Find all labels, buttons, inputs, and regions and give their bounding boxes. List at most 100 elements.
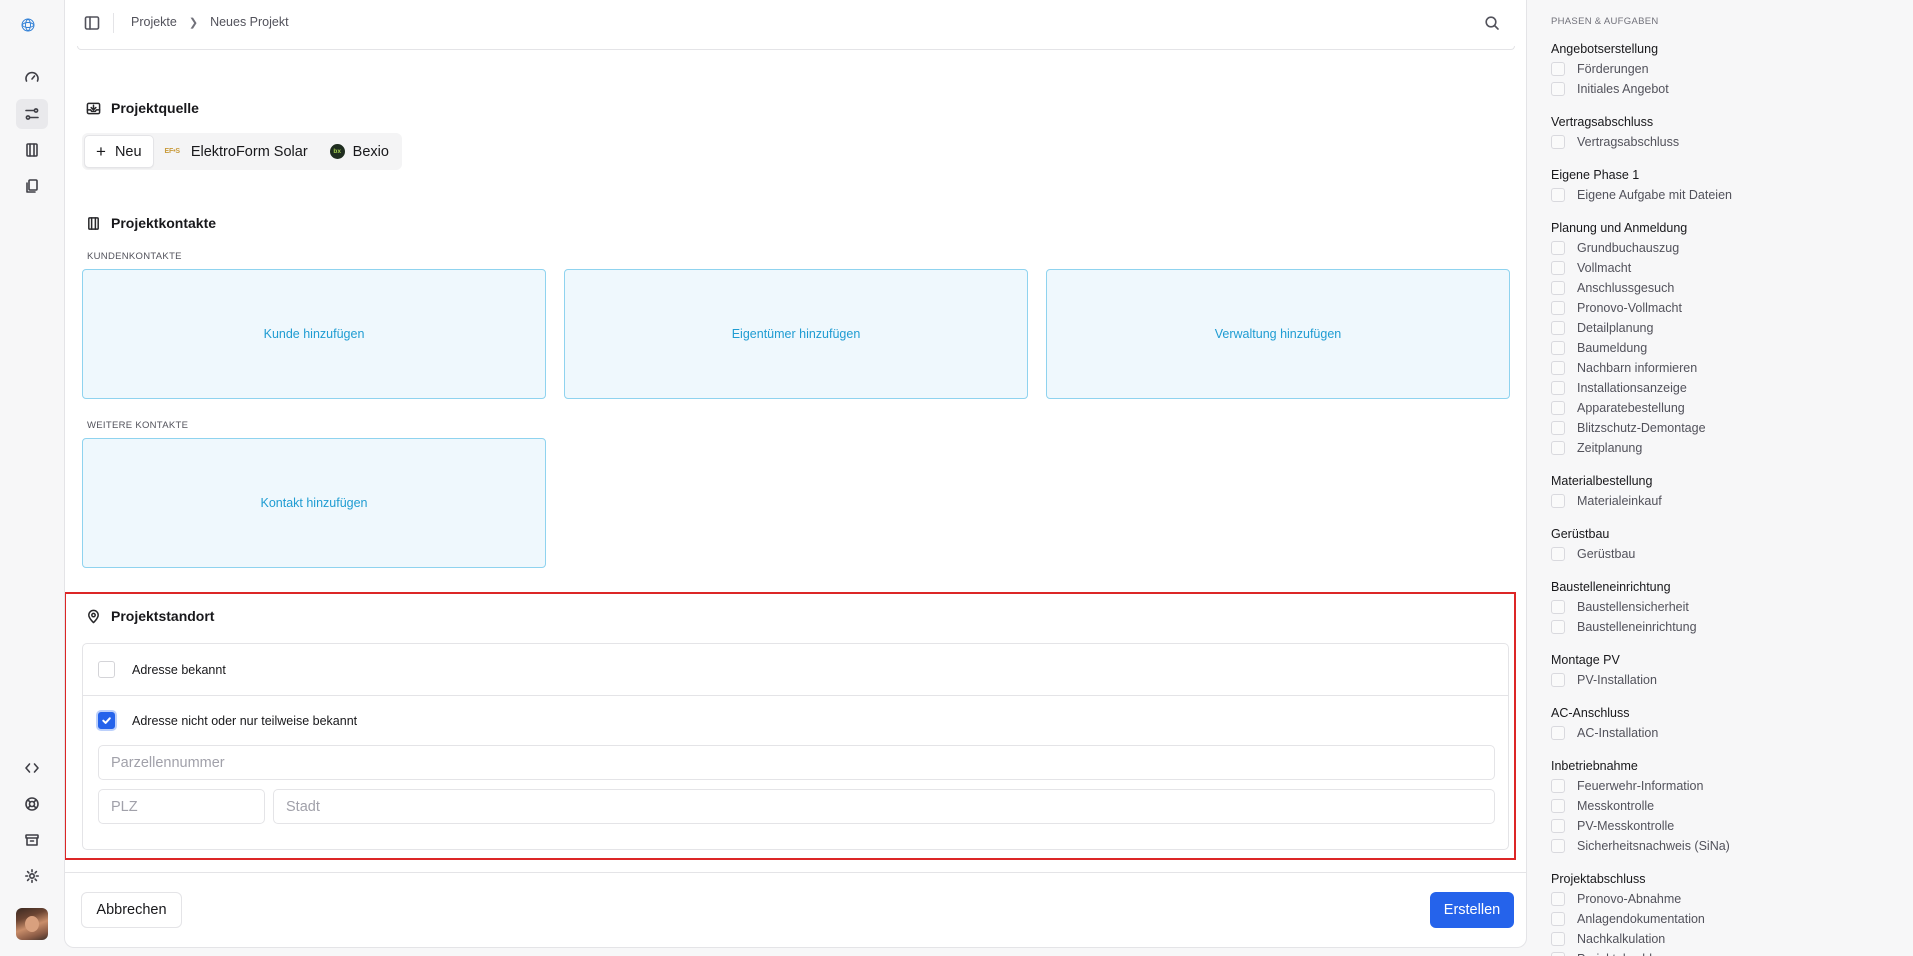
task-checkbox[interactable] bbox=[1551, 932, 1565, 946]
task-label: Anschlussgesuch bbox=[1577, 281, 1675, 295]
inbox-download-icon bbox=[86, 102, 101, 114]
footer-divider bbox=[65, 872, 1526, 873]
task-item[interactable]: Baustelleneinrichtung bbox=[1551, 620, 1697, 634]
task-item[interactable]: Materialeinkauf bbox=[1551, 494, 1662, 508]
task-item[interactable]: PV-Installation bbox=[1551, 673, 1657, 687]
task-checkbox[interactable] bbox=[1551, 726, 1565, 740]
task-checkbox[interactable] bbox=[1551, 600, 1565, 614]
task-checkbox[interactable] bbox=[1551, 673, 1565, 687]
help-lifebuoy-icon[interactable] bbox=[20, 792, 44, 816]
task-checkbox[interactable] bbox=[1551, 952, 1565, 956]
task-item[interactable]: Baustellensicherheit bbox=[1551, 600, 1689, 614]
task-checkbox[interactable] bbox=[1551, 281, 1565, 295]
parcel-number-input[interactable]: Parzellennummer bbox=[98, 745, 1495, 780]
task-item[interactable]: AC-Installation bbox=[1551, 726, 1658, 740]
task-checkbox[interactable] bbox=[1551, 441, 1565, 455]
create-button[interactable]: Erstellen bbox=[1430, 892, 1514, 928]
archive-icon[interactable] bbox=[20, 828, 44, 852]
task-checkbox[interactable] bbox=[1551, 494, 1565, 508]
breadcrumb-projekte[interactable]: Projekte bbox=[131, 15, 177, 29]
task-checkbox[interactable] bbox=[1551, 381, 1565, 395]
task-checkbox[interactable] bbox=[1551, 321, 1565, 335]
city-input[interactable]: Stadt bbox=[273, 789, 1495, 824]
task-checkbox[interactable] bbox=[1551, 839, 1565, 853]
task-checkbox[interactable] bbox=[1551, 819, 1565, 833]
task-item[interactable]: Installationsanzeige bbox=[1551, 381, 1687, 395]
projects-icon[interactable] bbox=[16, 99, 48, 129]
task-item[interactable]: PV-Messkontrolle bbox=[1551, 819, 1674, 833]
dashboard-icon[interactable] bbox=[20, 66, 44, 90]
task-checkbox[interactable] bbox=[1551, 547, 1565, 561]
phase-heading: Angebotserstellung bbox=[1551, 42, 1659, 56]
add-verwaltung-card[interactable]: Verwaltung hinzufügen bbox=[1046, 269, 1510, 399]
task-item[interactable]: Anschlussgesuch bbox=[1551, 281, 1674, 295]
option-address-known[interactable]: Adresse bekannt bbox=[83, 661, 1508, 678]
task-checkbox[interactable] bbox=[1551, 261, 1565, 275]
task-item[interactable]: Förderungen bbox=[1551, 62, 1649, 76]
task-label: Sicherheitsnachweis (SiNa) bbox=[1577, 839, 1730, 853]
task-item[interactable]: Baumeldung bbox=[1551, 341, 1647, 355]
task-checkbox[interactable] bbox=[1551, 341, 1565, 355]
task-checkbox[interactable] bbox=[1551, 82, 1565, 96]
task-checkbox[interactable] bbox=[1551, 799, 1565, 813]
task-checkbox[interactable] bbox=[1551, 779, 1565, 793]
task-label: Vollmacht bbox=[1577, 261, 1632, 275]
task-item[interactable]: Blitzschutz-Demontage bbox=[1551, 421, 1706, 435]
option-address-unknown[interactable]: Adresse nicht oder nur teilweise bekannt bbox=[83, 712, 1508, 729]
task-item[interactable]: Projektabschluss bbox=[1551, 952, 1672, 956]
task-item[interactable]: Pronovo-Vollmacht bbox=[1551, 301, 1682, 315]
address-unknown-checkbox[interactable] bbox=[98, 712, 115, 729]
documents-icon[interactable] bbox=[20, 174, 44, 198]
cancel-button[interactable]: Abbrechen bbox=[81, 892, 182, 928]
task-checkbox[interactable] bbox=[1551, 241, 1565, 255]
task-item[interactable]: Initiales Angebot bbox=[1551, 82, 1669, 96]
task-item[interactable]: Nachkalkulation bbox=[1551, 932, 1665, 946]
task-checkbox[interactable] bbox=[1551, 188, 1565, 202]
add-kontakt-card[interactable]: Kontakt hinzufügen bbox=[82, 438, 546, 568]
task-checkbox[interactable] bbox=[1551, 401, 1565, 415]
user-avatar[interactable] bbox=[16, 908, 48, 940]
phase-heading: Vertragsabschluss bbox=[1551, 115, 1654, 129]
task-checkbox[interactable] bbox=[1551, 62, 1565, 76]
task-checkbox[interactable] bbox=[1551, 620, 1565, 634]
source-neu-label: Neu bbox=[114, 143, 142, 160]
task-item[interactable]: Apparatebestellung bbox=[1551, 401, 1685, 415]
task-item[interactable]: Anlagendokumentation bbox=[1551, 912, 1705, 926]
task-item[interactable]: Detailplanung bbox=[1551, 321, 1653, 335]
task-checkbox[interactable] bbox=[1551, 361, 1565, 375]
task-item[interactable]: Nachbarn informieren bbox=[1551, 361, 1697, 375]
source-elektroform-label: ElektroForm Solar bbox=[190, 143, 308, 160]
plz-input[interactable]: PLZ bbox=[98, 789, 265, 824]
task-item[interactable]: Feuerwehr-Information bbox=[1551, 779, 1703, 793]
task-checkbox[interactable] bbox=[1551, 912, 1565, 926]
search-icon[interactable] bbox=[1484, 15, 1500, 31]
task-item[interactable]: Eigene Aufgabe mit Dateien bbox=[1551, 188, 1732, 202]
task-item[interactable]: Zeitplanung bbox=[1551, 441, 1642, 455]
task-item[interactable]: Messkontrolle bbox=[1551, 799, 1654, 813]
projektstandort-title: Projektstandort bbox=[86, 608, 214, 624]
main-panel: Projekte ❯ Neues Projekt Projektquelle +… bbox=[64, 0, 1527, 948]
source-option-elektroform[interactable]: EF•S ElektroForm Solar bbox=[154, 135, 319, 168]
add-eigentuemer-card[interactable]: Eigentümer hinzufügen bbox=[564, 269, 1028, 399]
add-kunde-card[interactable]: Kunde hinzufügen bbox=[82, 269, 546, 399]
task-checkbox[interactable] bbox=[1551, 892, 1565, 906]
sidebar-toggle-icon[interactable] bbox=[84, 15, 100, 31]
task-item[interactable]: Sicherheitsnachweis (SiNa) bbox=[1551, 839, 1730, 853]
task-item[interactable]: Vertragsabschluss bbox=[1551, 135, 1679, 149]
source-option-bexio[interactable]: bx Bexio bbox=[319, 135, 400, 168]
task-checkbox[interactable] bbox=[1551, 301, 1565, 315]
task-item[interactable]: Grundbuchauszug bbox=[1551, 241, 1679, 255]
address-known-checkbox[interactable] bbox=[98, 661, 115, 678]
task-item[interactable]: Vollmacht bbox=[1551, 261, 1631, 275]
app-logo-icon[interactable] bbox=[20, 17, 44, 41]
settings-gear-icon[interactable] bbox=[20, 864, 44, 888]
task-checkbox[interactable] bbox=[1551, 421, 1565, 435]
app-root: Projekte ❯ Neues Projekt Projektquelle +… bbox=[0, 0, 1913, 956]
contacts-book-icon[interactable] bbox=[20, 138, 44, 162]
code-icon[interactable] bbox=[20, 756, 44, 780]
task-item[interactable]: Gerüstbau bbox=[1551, 547, 1635, 561]
kundenkontakte-caption: KUNDENKONTAKTE bbox=[87, 251, 182, 262]
task-item[interactable]: Pronovo-Abnahme bbox=[1551, 892, 1681, 906]
task-checkbox[interactable] bbox=[1551, 135, 1565, 149]
source-option-neu[interactable]: + Neu bbox=[84, 135, 154, 168]
